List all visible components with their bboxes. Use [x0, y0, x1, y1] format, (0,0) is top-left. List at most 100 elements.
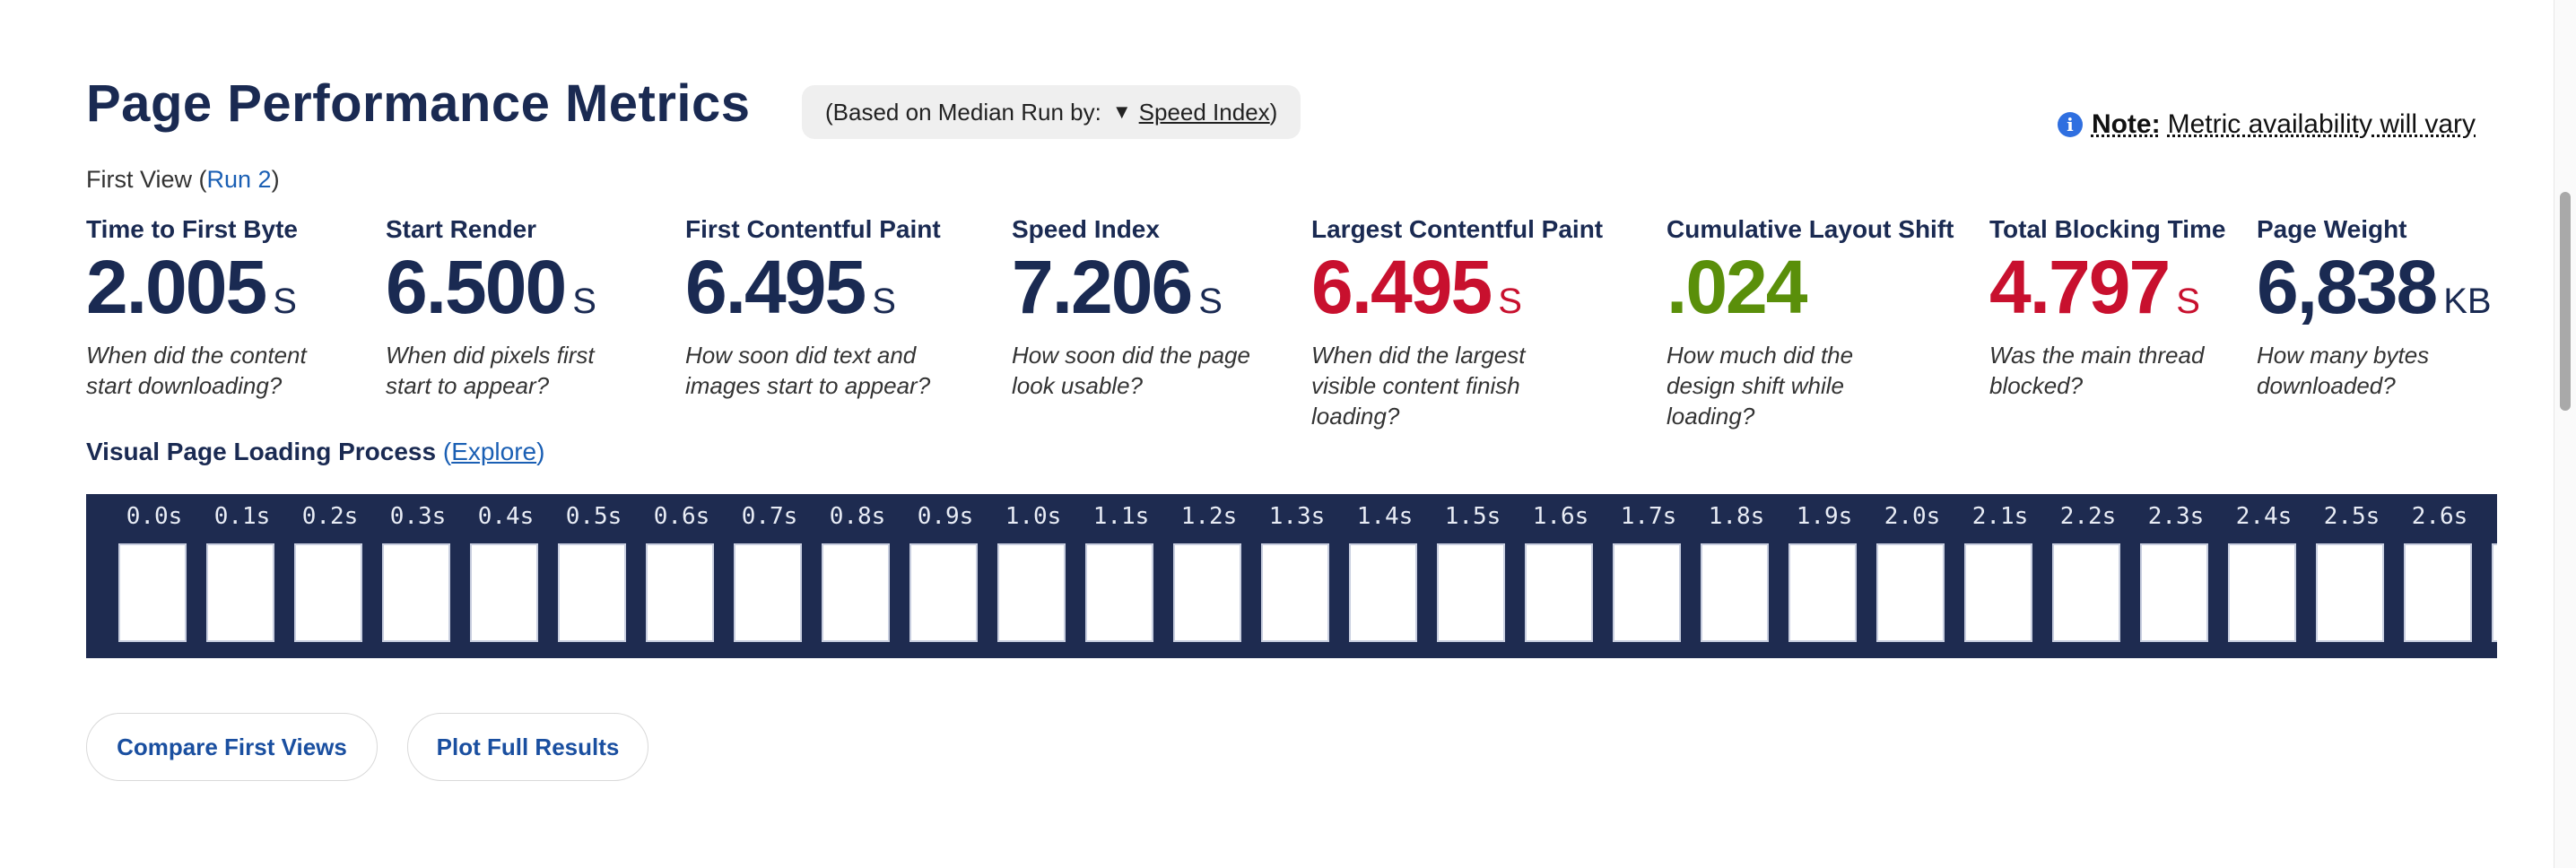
- frame-time: 1.4s: [1356, 503, 1414, 530]
- frame-time: 0.2s: [301, 503, 359, 530]
- metric-unit: S: [2176, 282, 2200, 321]
- filmstrip-open-paren: (: [442, 438, 452, 465]
- frame-thumbnail[interactable]: [1788, 543, 1857, 642]
- frame-time: 0.8s: [829, 503, 886, 530]
- frame-thumbnail[interactable]: [646, 543, 714, 642]
- metric-value: .024: [1667, 249, 1954, 325]
- median-metric-link[interactable]: Speed Index: [1139, 99, 1270, 126]
- filmstrip-close-paren: ): [536, 438, 545, 465]
- metric-description: When did the content start downloading?: [86, 342, 307, 399]
- metric-value: 7.206 S: [1012, 249, 1272, 325]
- metric-number: 4.797: [1989, 245, 2171, 329]
- metric-number: 6.500: [386, 245, 567, 329]
- frame-thumbnail[interactable]: [1876, 543, 1945, 642]
- frame-thumbnail[interactable]: [2492, 543, 2497, 642]
- run-link[interactable]: Run 2: [207, 166, 272, 193]
- frame-time: 2.1s: [1971, 503, 2029, 530]
- frame-time: 1.9s: [1796, 503, 1853, 530]
- frame-thumbnail[interactable]: [1437, 543, 1505, 642]
- metric-4: Largest Contentful Paint 6.495 S When did t…: [1311, 215, 1603, 431]
- filmstrip-title: Visual Page Loading Process (Explore): [86, 438, 544, 466]
- metric-label: First Contentful Paint: [685, 215, 941, 243]
- frame-thumbnail[interactable]: [470, 543, 538, 642]
- frame-thumbnail[interactable]: [2140, 543, 2208, 642]
- metric-5: Cumulative Layout Shift .024 How much did …: [1667, 215, 1954, 431]
- metric-unit: S: [572, 282, 596, 321]
- metric-value: 6.500 S: [386, 249, 646, 325]
- filmstrip-title-text: Visual Page Loading Process: [86, 438, 437, 465]
- frame-thumbnail[interactable]: [294, 543, 362, 642]
- metric-unit: S: [1198, 282, 1223, 321]
- metric-label: Cumulative Layout Shift: [1667, 215, 1954, 243]
- frame-thumbnail[interactable]: [118, 543, 187, 642]
- filmstrip[interactable]: 0.0s 0.1s 0.2s 0.3s 0.4s 0.5s 0.6s 0.7s 0.8s 0.9s…: [86, 494, 2497, 658]
- metric-number: 6.495: [685, 245, 866, 329]
- frame-time: 1.5s: [1444, 503, 1501, 530]
- frame-thumbnail[interactable]: [382, 543, 450, 642]
- frame-thumbnail[interactable]: [1261, 543, 1329, 642]
- metric-label: Time to First Byte: [86, 215, 298, 243]
- frame-time: 0.3s: [389, 503, 447, 530]
- metric-number: 7.206: [1012, 245, 1193, 329]
- availability-note[interactable]: i Note: Metric availability will vary: [2057, 109, 2476, 140]
- frame-thumbnail[interactable]: [1525, 543, 1593, 642]
- frame-time: 0.4s: [477, 503, 535, 530]
- frame-thumbnail[interactable]: [1613, 543, 1681, 642]
- metrics-row: Time to First Byte 2.005 S When did the con…: [0, 215, 2554, 430]
- frame-thumbnail[interactable]: [909, 543, 978, 642]
- frame-time: 0.1s: [213, 503, 271, 530]
- frame-thumbnail[interactable]: [558, 543, 626, 642]
- metric-7: Page Weight 6,838 KB How many bytes downloa…: [2257, 215, 2517, 402]
- info-icon: i: [2057, 112, 2083, 137]
- frame-time: 2.4s: [2235, 503, 2293, 530]
- metric-6: Total Blocking Time 4.797 S Was the main th…: [1989, 215, 2250, 402]
- metric-label: Start Render: [386, 215, 537, 243]
- frame-thumbnail[interactable]: [2316, 543, 2384, 642]
- frame-thumbnail[interactable]: [2404, 543, 2472, 642]
- vertical-scrollbar[interactable]: [2554, 0, 2576, 868]
- metric-label: Page Weight: [2257, 215, 2407, 243]
- metric-description: Was the main thread blocked?: [1989, 342, 2205, 399]
- first-view-text: First View (: [86, 166, 207, 193]
- metric-unit: S: [273, 282, 297, 321]
- frame-thumbnail[interactable]: [2052, 543, 2120, 642]
- frame-time: 0.7s: [741, 503, 798, 530]
- frame-thumbnail[interactable]: [822, 543, 890, 642]
- frame-thumbnail[interactable]: [1085, 543, 1153, 642]
- frame-time: 2.7s: [2483, 503, 2497, 530]
- frame-thumbnail[interactable]: [2228, 543, 2296, 642]
- frame-time: 1.2s: [1180, 503, 1238, 530]
- metric-unit: KB: [2443, 282, 2492, 321]
- metric-number: 2.005: [86, 245, 267, 329]
- frame-time: 0.5s: [565, 503, 622, 530]
- frame-time: 2.5s: [2323, 503, 2380, 530]
- metric-3: Speed Index 7.206 S How soon did the page l…: [1012, 215, 1272, 402]
- caret-down-icon: ▼: [1111, 100, 1132, 123]
- frame-time: 1.1s: [1092, 503, 1150, 530]
- scrollbar-thumb[interactable]: [2560, 192, 2571, 411]
- explore-link[interactable]: Explore: [451, 438, 536, 465]
- frame-time: 0.0s: [126, 503, 183, 530]
- frame-thumbnail[interactable]: [1173, 543, 1241, 642]
- plot-full-results-button[interactable]: Plot Full Results: [407, 713, 648, 781]
- note-label: Note:: [2091, 109, 2161, 139]
- metric-description: When did the largest visible content fin…: [1311, 342, 1526, 430]
- frame-thumbnail[interactable]: [734, 543, 802, 642]
- frame-thumbnail[interactable]: [1964, 543, 2032, 642]
- frame-time: 1.8s: [1708, 503, 1765, 530]
- frame-thumbnail[interactable]: [1349, 543, 1417, 642]
- compare-first-views-button[interactable]: Compare First Views: [86, 713, 378, 781]
- median-run-selector[interactable]: (Based on Median Run by: ▼ Speed Index ): [802, 85, 1301, 139]
- frame-thumbnail[interactable]: [206, 543, 274, 642]
- metric-number: .024: [1667, 245, 1807, 329]
- metric-value: 6.495 S: [1311, 249, 1603, 325]
- frame-time: 2.2s: [2059, 503, 2117, 530]
- frame-thumbnail[interactable]: [1701, 543, 1769, 642]
- note-text: Metric availability will vary: [2167, 109, 2476, 139]
- metric-description: How many bytes downloaded?: [2257, 342, 2430, 399]
- metric-1: Start Render 6.500 S When did pixels first …: [386, 215, 646, 402]
- first-view-label: First View (Run 2): [86, 166, 280, 194]
- frame-thumbnail[interactable]: [997, 543, 1066, 642]
- frame-time: 2.0s: [1884, 503, 1941, 530]
- frame-time: 1.3s: [1268, 503, 1326, 530]
